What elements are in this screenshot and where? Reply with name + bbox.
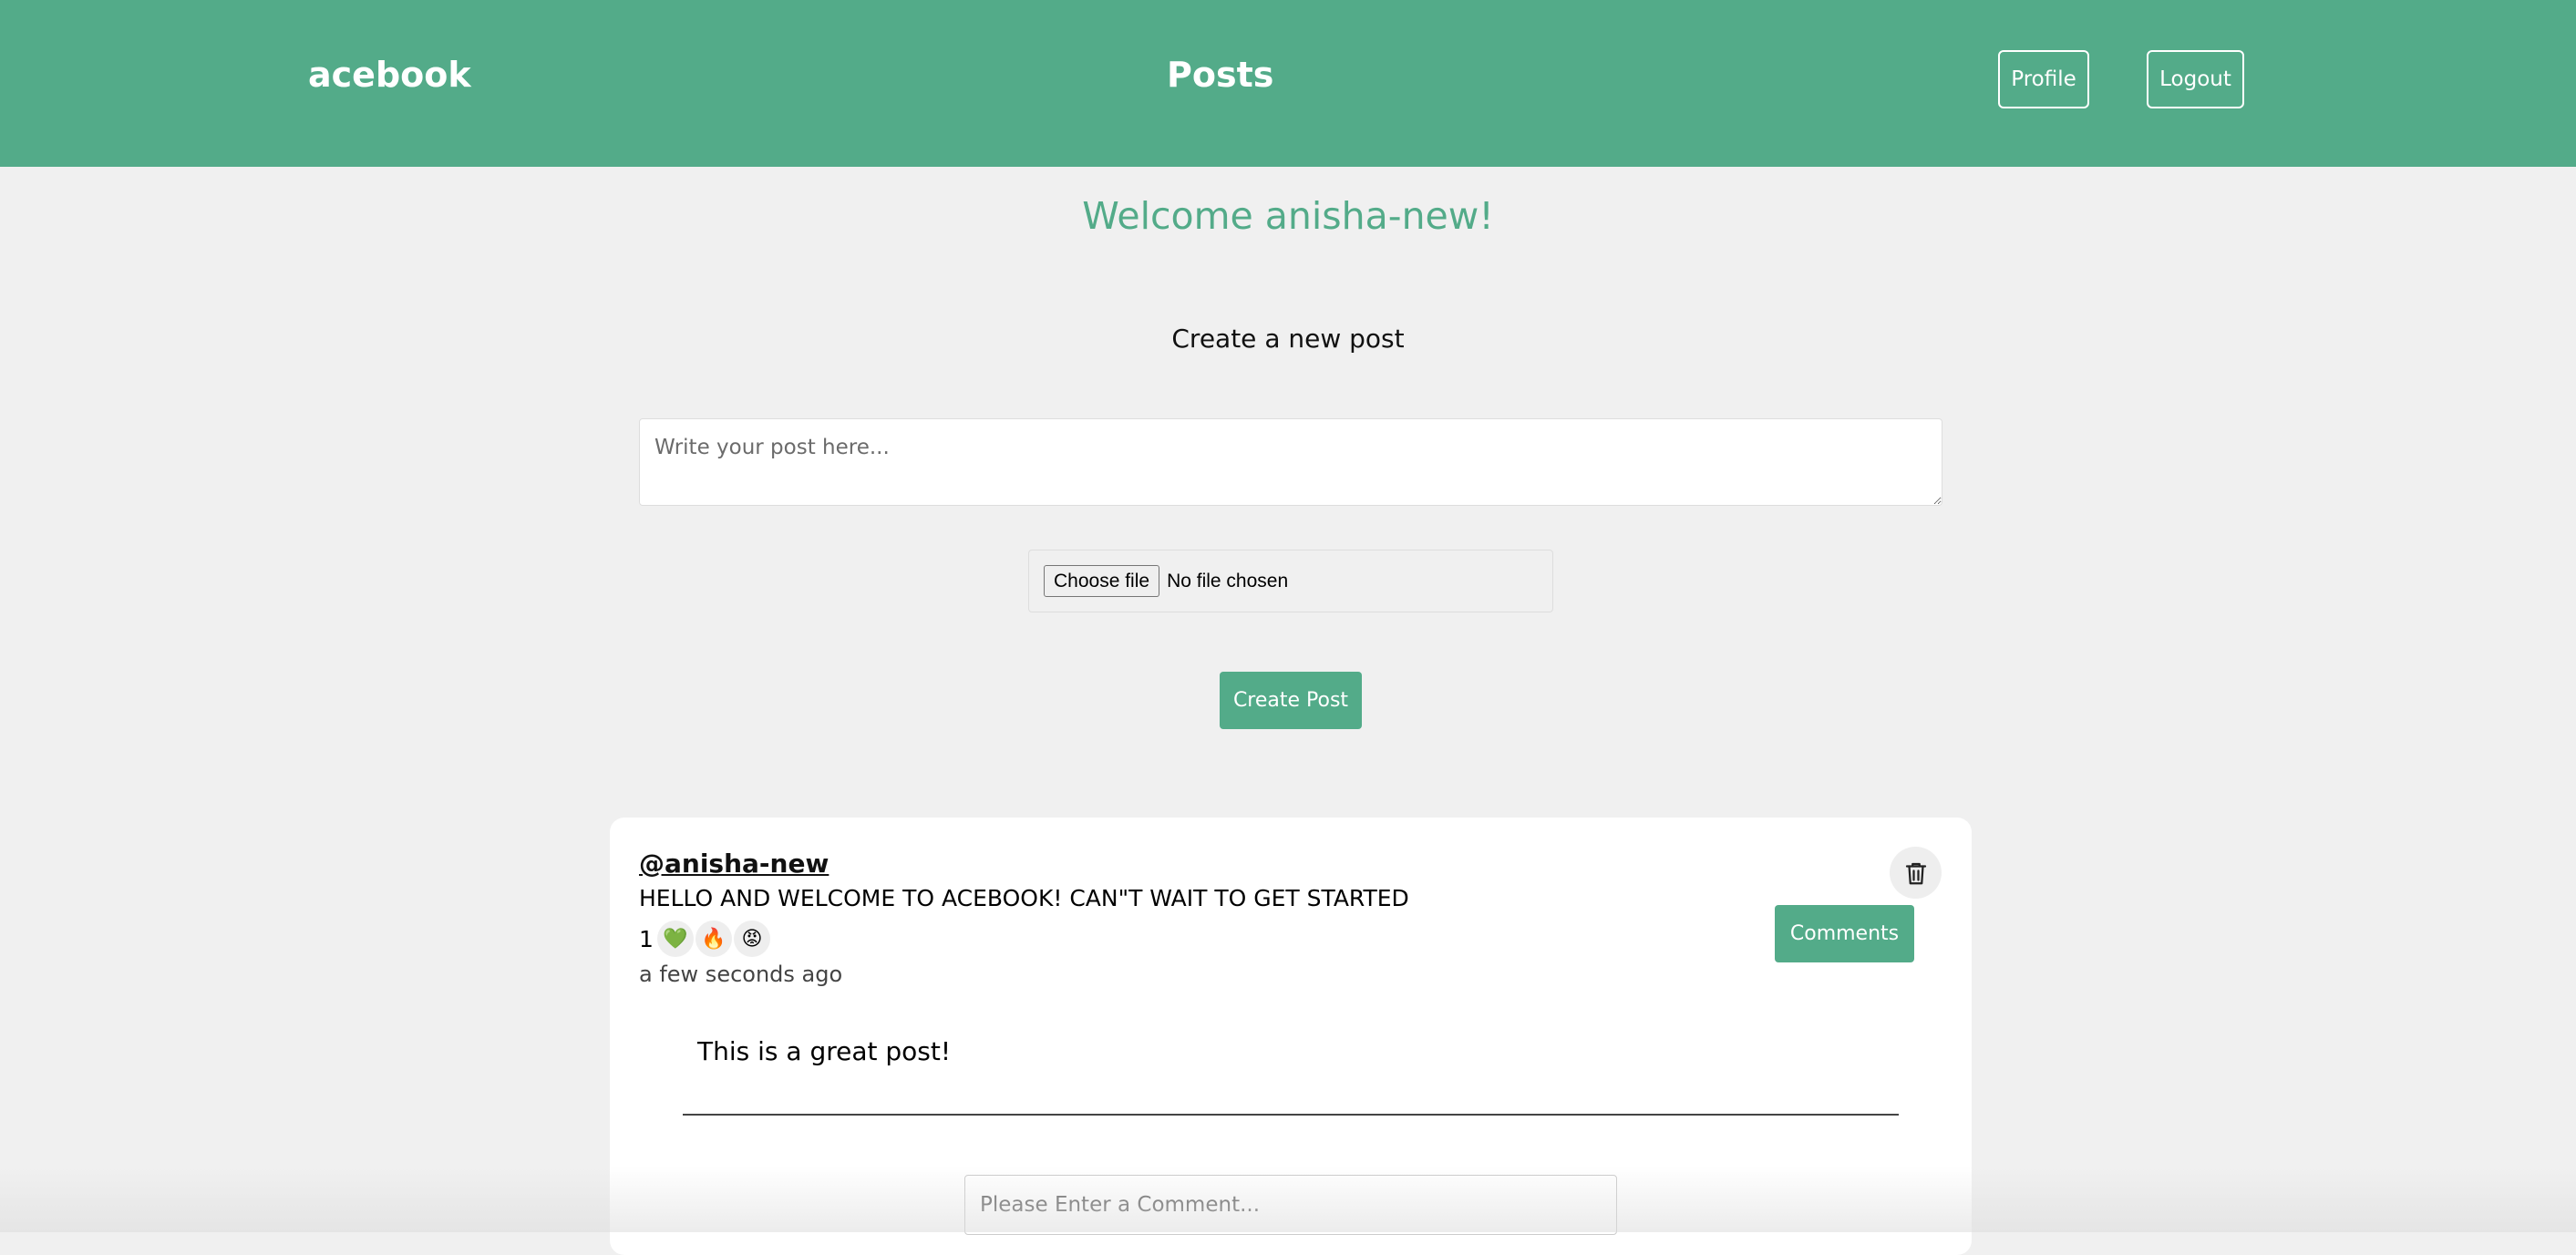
welcome-message: Welcome anisha-new!: [1082, 194, 1494, 238]
create-post-button[interactable]: Create Post: [1220, 672, 1362, 729]
logout-button[interactable]: Logout: [2147, 50, 2244, 108]
page-title: Posts: [1167, 55, 1274, 95]
comment-text: This is a great post!: [697, 1036, 952, 1066]
reactions-bar: 1 💚 🔥 😡: [639, 920, 770, 958]
app-logo[interactable]: acebook: [308, 55, 471, 95]
comment-input[interactable]: [964, 1175, 1617, 1235]
green-heart-reaction-button[interactable]: 💚: [656, 921, 694, 957]
comments-button[interactable]: Comments: [1775, 905, 1914, 962]
profile-button[interactable]: Profile: [1998, 50, 2089, 108]
delete-post-button[interactable]: [1890, 847, 1942, 899]
file-upload: Choose file No file chosen: [1028, 550, 1553, 612]
post-textarea[interactable]: [639, 418, 1942, 506]
file-status: No file chosen: [1167, 570, 1289, 591]
post-author-link[interactable]: @anisha-new: [639, 849, 829, 879]
choose-file-button[interactable]: Choose file: [1044, 565, 1160, 597]
post-card: @anisha-new HELLO AND WELCOME TO ACEBOOK…: [610, 818, 1972, 1255]
create-post-heading: Create a new post: [1171, 324, 1405, 354]
reaction-count: 1: [639, 925, 654, 952]
angry-reaction-button[interactable]: 😡: [733, 921, 770, 957]
trash-icon: [1905, 862, 1926, 884]
fire-reaction-button[interactable]: 🔥: [695, 921, 732, 957]
top-navbar: acebook Posts Profile Logout: [0, 0, 2576, 167]
comment-divider: [683, 1114, 1899, 1116]
post-timestamp: a few seconds ago: [639, 962, 843, 987]
post-text: HELLO AND WELCOME TO ACEBOOK! CAN"T WAIT…: [639, 885, 1409, 911]
